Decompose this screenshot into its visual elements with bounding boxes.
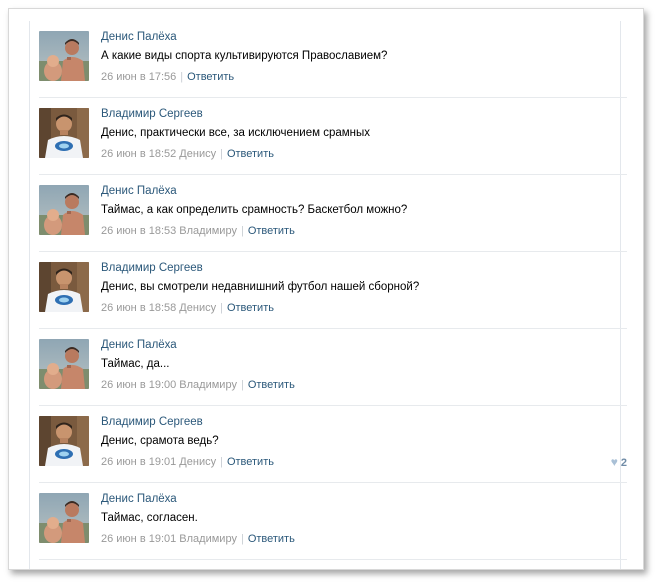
reply-button[interactable]: Ответить [227, 148, 274, 160]
comment-item: Денис Палёха Таймас, а как определить ср… [39, 175, 627, 252]
reply-to-name[interactable]: Денису [176, 148, 216, 160]
reply-button[interactable]: Ответить [187, 71, 234, 83]
comment-author[interactable]: Денис Палёха [101, 493, 177, 505]
comment-text: Денис, практически все, за исключением с… [101, 127, 371, 139]
reply-to-name[interactable]: Денису [176, 456, 216, 468]
reply-to-name[interactable]: Владимиру [176, 533, 237, 545]
comment-date[interactable]: 26 июн в 19:01 [101, 533, 176, 545]
meta-separator: | [240, 533, 244, 545]
comment-item: Владимир Сергеев Денис, практически все,… [39, 98, 627, 175]
like-count: 2 [620, 457, 627, 469]
comment-date[interactable]: 26 июн в 19:01 [101, 456, 176, 468]
comment-text: А какие виды спорта культивируются Право… [101, 50, 388, 62]
comment-text: Денис, вы смотрели недавнишний футбол на… [101, 281, 420, 293]
comment-meta: 26 июн в 18:58 Денису | Ответить [101, 302, 274, 314]
comment-item: Денис Палёха Таймас, да... 26 июн в 19:0… [39, 329, 627, 406]
reply-button[interactable]: Ответить [227, 302, 274, 314]
comment-item: Владимир Сергеев Денис, срамота ведь? 26… [39, 406, 627, 483]
comment-meta: 26 июн в 18:52 Денису | Ответить [101, 148, 274, 160]
meta-separator: | [240, 225, 244, 237]
comment-author[interactable]: Владимир Сергеев [101, 108, 203, 120]
avatar-denis[interactable] [39, 185, 89, 235]
comment-text: Денис, срамота ведь? [101, 435, 219, 447]
comment-text: Таймас, да... [101, 358, 170, 370]
comment-meta: 26 июн в 19:01 Владимиру | Ответить [101, 533, 295, 545]
comment-author[interactable]: Владимир Сергеев [101, 416, 203, 428]
comment-date[interactable]: 26 июн в 18:52 [101, 148, 176, 160]
comment-date[interactable]: 26 июн в 17:56 [101, 71, 176, 83]
comment-text: Таймас, согласен. [101, 512, 198, 524]
avatar-vladimir[interactable] [39, 108, 89, 158]
comment-text: Таймас, а как определить срамность? Баск… [101, 204, 408, 216]
avatar-denis[interactable] [39, 339, 89, 389]
avatar-vladimir[interactable] [39, 262, 89, 312]
reply-to-name[interactable]: Владимиру [176, 379, 237, 391]
reply-button[interactable]: Ответить [248, 379, 295, 391]
comment-date[interactable]: 26 июн в 18:58 [101, 302, 176, 314]
meta-separator: | [220, 302, 223, 314]
comment-meta: 26 июн в 17:56 | Ответить [101, 71, 234, 83]
comment-author[interactable]: Денис Палёха [101, 339, 177, 351]
comment-meta: 26 июн в 19:01 Денису | Ответить [101, 456, 274, 468]
comment-author[interactable]: Денис Палёха [101, 185, 177, 197]
comment-author[interactable]: Денис Палёха [101, 31, 177, 43]
meta-separator: | [220, 456, 223, 468]
avatar-denis[interactable] [39, 31, 89, 81]
comment-meta: 26 июн в 19:00 Владимиру | Ответить [101, 379, 295, 391]
like-button[interactable]: ♥ 2 [611, 455, 627, 469]
reply-to-name[interactable]: Владимиру [176, 225, 237, 237]
avatar-vladimir[interactable] [39, 416, 89, 466]
meta-separator: | [180, 71, 184, 83]
reply-to-name[interactable]: Денису [176, 302, 216, 314]
meta-separator: | [240, 379, 244, 391]
reply-button[interactable]: Ответить [248, 225, 295, 237]
comment-item: Денис Палёха А какие виды спорта культив… [39, 21, 627, 98]
reply-button[interactable]: Ответить [227, 456, 274, 468]
heart-icon: ♥ [610, 455, 618, 469]
avatar-denis[interactable] [39, 493, 89, 543]
reply-button[interactable]: Ответить [248, 533, 295, 545]
comment-meta: 26 июн в 18:53 Владимиру | Ответить [101, 225, 295, 237]
comment-item: Владимир Сергеев Денис, вы смотрели неда… [39, 252, 627, 329]
comment-item: Денис Палёха Таймас, согласен. 26 июн в … [39, 483, 627, 560]
comment-author[interactable]: Владимир Сергеев [101, 262, 203, 274]
screenshot-frame: Денис Палёха А какие виды спорта культив… [8, 8, 644, 570]
comment-date[interactable]: 26 июн в 19:00 [101, 379, 176, 391]
comment-date[interactable]: 26 июн в 18:53 [101, 225, 176, 237]
meta-separator: | [220, 148, 223, 160]
